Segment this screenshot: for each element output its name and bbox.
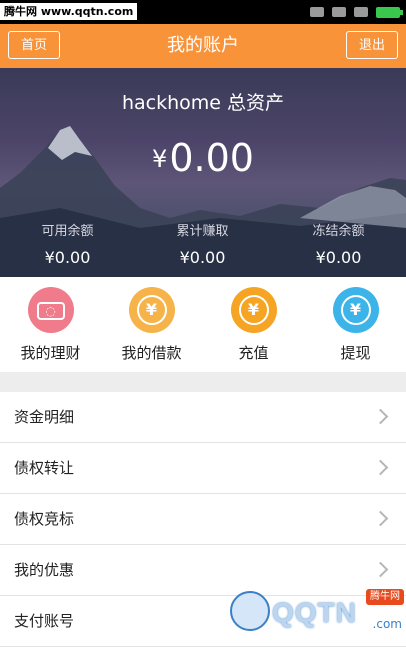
amount-value: 0.00 [169,136,254,180]
chevron-right-icon [372,459,389,476]
withdraw-button[interactable]: ¥ 提现 [305,287,406,363]
status-bar: 腾牛网 www.qqtn.com [0,0,406,24]
menu-item-debt-transfer[interactable]: 债权转让 [0,443,406,494]
watermark-badge: 腾牛网 [366,589,404,605]
battery-icon [376,6,403,18]
recharge-icon: ¥ [230,287,277,333]
total-assets-banner: hackhome 总资产 ¥0.00 可用余额 ¥0.00 累计赚取 ¥0.00… [0,68,406,277]
home-button[interactable]: 首页 [8,31,60,59]
stat-value: ¥0.00 [44,248,91,267]
signal-icon [354,7,368,17]
my-investments-button[interactable]: ◌ 我的理财 [0,287,101,363]
nav-bar: 我的账户 首页 退出 [0,24,406,68]
withdraw-icon: ¥ [332,287,379,333]
action-label: 我的理财 [20,344,81,362]
action-label: 提现 [340,344,371,362]
menu-item-label: 债权转让 [14,459,75,477]
chevron-right-icon [372,510,389,527]
chevron-right-icon [372,561,389,578]
recharge-button[interactable]: ¥ 充值 [203,287,304,363]
cumulative-earnings: 累计赚取 ¥0.00 [135,220,270,267]
menu-item-label: 资金明细 [14,408,75,426]
available-balance: 可用余额 ¥0.00 [0,220,135,267]
quick-actions: ◌ 我的理财 ¥ 我的借款 ¥ 充值 ¥ 提现 [0,277,406,372]
action-label: 充值 [238,344,269,362]
logout-button[interactable]: 退出 [346,31,398,59]
frozen-balance: 冻结余额 ¥0.00 [271,220,406,267]
watermark-emblem-icon [230,591,270,631]
status-icons [310,4,403,20]
wealth-icon: ◌ [27,287,74,333]
total-assets-title: hackhome 总资产 [121,92,285,114]
stat-label: 累计赚取 [176,224,229,239]
alarm-icon [310,7,324,17]
chevron-right-icon [372,408,389,425]
menu-item-fund-details[interactable]: 资金明细 [0,392,406,443]
action-label: 我的借款 [121,344,182,362]
total-assets-amount: ¥0.00 [0,136,406,180]
watermark-text: 腾牛网 www.qqtn.com [0,3,138,20]
menu-item-label: 支付账号 [14,612,75,630]
menu-item-debt-bidding[interactable]: 债权竞标 [0,494,406,545]
menu-item-label: 我的优惠 [14,561,75,579]
wifi-icon [332,7,346,17]
menu-item-label: 债权竞标 [14,510,75,528]
stat-label: 可用余额 [41,224,94,239]
watermark-suffix: .com [372,617,402,631]
stat-value: ¥0.00 [315,248,362,267]
loan-icon: ¥ [128,287,175,333]
stat-value: ¥0.00 [179,248,226,267]
watermark-brand: QQTN [272,597,357,628]
stat-label: 冻结余额 [312,224,365,239]
watermark-logo: QQTN 腾牛网 .com [226,589,404,635]
currency-symbol: ¥ [152,145,168,173]
my-loans-button[interactable]: ¥ 我的借款 [101,287,202,363]
